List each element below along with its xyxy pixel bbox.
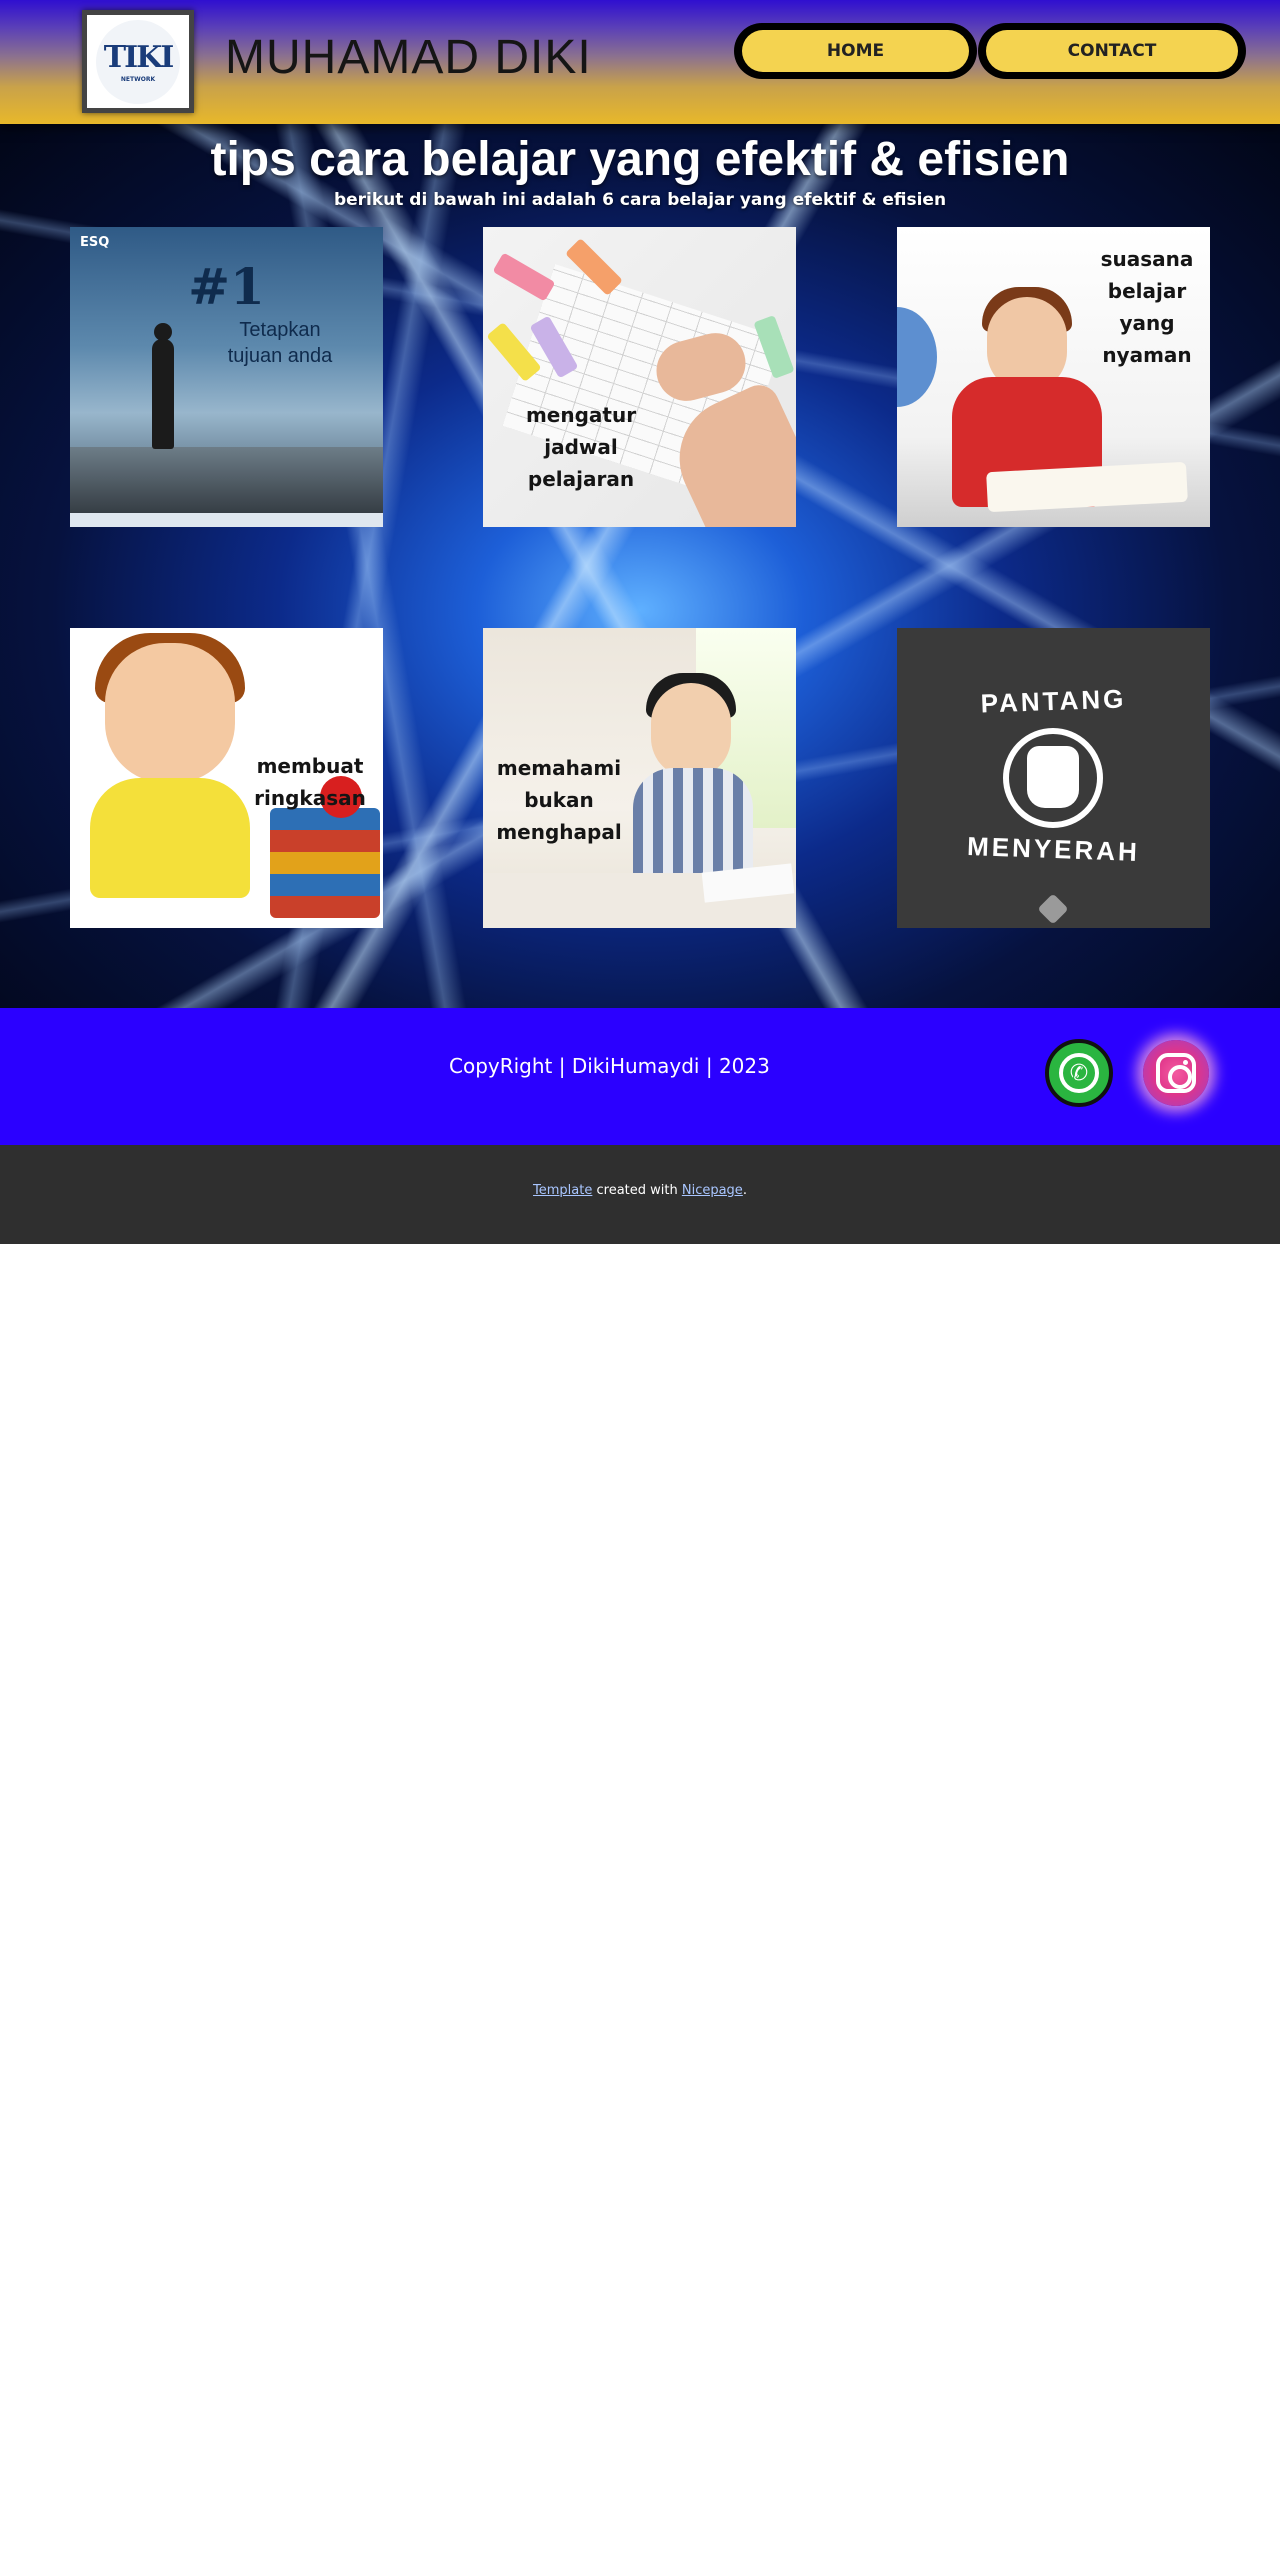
nav-contact-button[interactable]: CONTACT (978, 23, 1246, 79)
credit-end: . (742, 1183, 747, 1198)
footer: CopyRight | DikiHumaydi | 2023 ✆ (0, 1008, 1280, 1145)
card-tag: ESQ (80, 235, 110, 250)
credit-text: Template created with Nicepage. (0, 1183, 1280, 1198)
card-set-goal: ESQ #1 Tetapkan tujuan anda (70, 227, 383, 527)
book-stack (270, 808, 380, 918)
hero-section: tips cara belajar yang efektif & efisien… (0, 124, 1280, 1008)
nav-contact-label: CONTACT (986, 30, 1238, 72)
site-header: TIKI NETWORK MUHAMAD DIKI HOME CONTACT (0, 0, 1280, 124)
logo-subtext: NETWORK (120, 76, 156, 83)
card-label: membuat ringkasan (254, 754, 366, 810)
credit-bar: Template created with Nicepage. (0, 1145, 1280, 1244)
camera-icon (1156, 1053, 1196, 1093)
boy-face (651, 683, 731, 778)
cartoon-shirt (90, 778, 250, 898)
logo-emblem: TIKI NETWORK (96, 19, 180, 104)
nicepage-link[interactable]: Nicepage (682, 1183, 743, 1198)
nav-home-label: HOME (742, 30, 969, 72)
phone-icon: ✆ (1059, 1053, 1099, 1093)
card-image-text: Tetapkan tujuan anda (227, 319, 333, 367)
highlighter-pink (492, 252, 556, 302)
copyright-text: CopyRight | DikiHumaydi | 2023 (449, 1054, 770, 1078)
globe-shape (897, 307, 937, 407)
card-summary: iStock membuat ringkasan (70, 628, 383, 928)
card-label: memahami bukan menghapal (496, 756, 622, 844)
cartoon-head (105, 643, 235, 783)
man-silhouette (152, 339, 174, 449)
nav-home-button[interactable]: HOME (734, 23, 977, 79)
hero-subtitle: berikut di bawah ini adalah 6 cara belaj… (333, 190, 947, 210)
site-title: MUHAMAD DIKI (225, 31, 592, 84)
badge-bottom-text: MENYERAH (966, 830, 1141, 868)
credit-middle: created with (592, 1183, 682, 1198)
badge-top-text: PANTANG (980, 683, 1127, 719)
template-link[interactable]: Template (533, 1183, 592, 1198)
hero-title: tips cara belajar yang efektif & efisien (210, 133, 1070, 186)
card-never-give-up: PANTANG MENYERAH (897, 628, 1210, 928)
broken-image-icon (1037, 893, 1069, 925)
card-schedule: mengatur jadwal pelajaran (483, 227, 796, 527)
card-label: mengatur jadwal pelajaran (525, 403, 637, 491)
instagram-icon[interactable] (1143, 1040, 1209, 1106)
site-logo[interactable]: TIKI NETWORK (82, 10, 194, 113)
whatsapp-icon[interactable]: ✆ (1045, 1039, 1113, 1107)
logo-mark: TIKI (103, 40, 174, 75)
fist-icon (1027, 746, 1079, 808)
card-understand: memahami bukan menghapal (483, 628, 796, 928)
card-label: suasana belajar yang nyaman (1100, 247, 1194, 367)
card-number: #1 (188, 257, 265, 316)
card-footer-strip (70, 513, 383, 527)
card-comfortable-study: suasana belajar yang nyaman (897, 227, 1210, 527)
